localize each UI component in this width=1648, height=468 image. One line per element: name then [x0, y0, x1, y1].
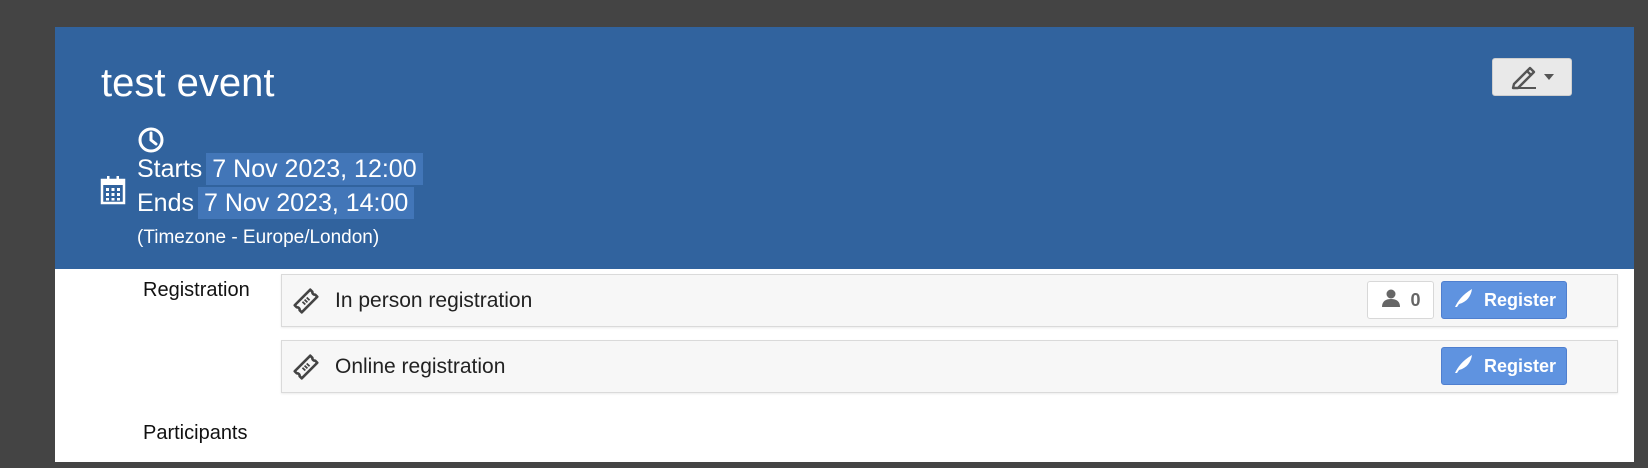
- clock-icon: [137, 126, 165, 154]
- event-title: test event: [101, 61, 275, 105]
- timezone-text: (Timezone - Europe/London): [137, 227, 380, 248]
- register-button[interactable]: Register: [1441, 347, 1567, 385]
- feather-icon: [1452, 353, 1474, 380]
- register-button-label: Register: [1483, 289, 1557, 310]
- participants-section-label: Participants: [143, 422, 248, 444]
- calendar-icon: [100, 175, 126, 205]
- pencil-icon: [1509, 64, 1539, 90]
- start-datetime: 7 Nov 2023, 12:00: [206, 153, 423, 185]
- registration-name: In person registration: [335, 289, 533, 312]
- participant-count-badge: 0: [1367, 281, 1434, 319]
- registration-form-row: In person registration 0 Register: [281, 274, 1618, 327]
- edit-dropdown-button[interactable]: [1492, 58, 1572, 96]
- ends-label: Ends: [137, 189, 194, 217]
- start-time-row: Starts 7 Nov 2023, 12:00: [137, 153, 423, 185]
- end-datetime: 7 Nov 2023, 14:00: [197, 187, 415, 219]
- starts-label: Starts: [137, 155, 203, 183]
- registration-name: Online registration: [335, 355, 506, 378]
- user-icon: [1380, 288, 1402, 313]
- participant-count: 0: [1410, 289, 1421, 310]
- registration-section-label: Registration: [143, 279, 250, 301]
- end-time-row: Ends 7 Nov 2023, 14:00: [137, 187, 415, 219]
- feather-icon: [1452, 287, 1474, 314]
- ticket-icon: [292, 353, 320, 381]
- event-header: test event Starts 7 Nov 2023, 12:00 Ends…: [55, 27, 1634, 269]
- register-button[interactable]: Register: [1441, 281, 1567, 319]
- event-card: test event Starts 7 Nov 2023, 12:00 Ends…: [55, 27, 1634, 462]
- caret-down-icon: [1543, 73, 1555, 81]
- registration-form-row: Online registration Register: [281, 340, 1618, 393]
- register-button-label: Register: [1483, 355, 1557, 376]
- ticket-icon: [292, 287, 320, 315]
